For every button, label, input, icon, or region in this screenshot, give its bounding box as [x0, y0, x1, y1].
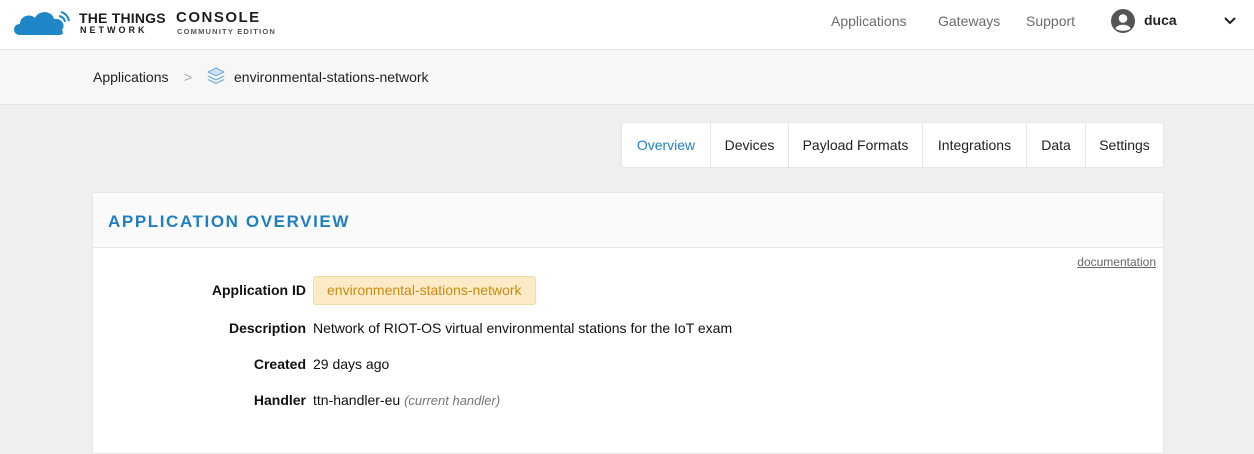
app-id-label: Application ID — [211, 282, 306, 298]
tab-data[interactable]: Data — [1027, 123, 1086, 167]
nav-applications[interactable]: Applications — [831, 13, 907, 29]
cloud-logo-icon — [14, 11, 70, 35]
tab-integrations[interactable]: Integrations — [923, 123, 1027, 167]
nav-support[interactable]: Support — [1026, 13, 1075, 29]
user-avatar-icon — [1111, 9, 1135, 33]
tab-devices[interactable]: Devices — [711, 123, 789, 167]
description-label: Description — [228, 320, 306, 336]
card-title: APPLICATION OVERVIEW — [108, 212, 351, 231]
chevron-down-icon[interactable] — [1224, 17, 1236, 25]
description-value: Network of RIOT-OS virtual environmental… — [313, 320, 733, 336]
brand-name: THE THINGS — [79, 10, 166, 26]
application-overview-card: APPLICATION OVERVIEW documentation Appli… — [92, 192, 1164, 454]
handler-note: (current handler) — [404, 393, 501, 408]
top-bar: THE THINGS NETWORK CONSOLE COMMUNITY EDI… — [0, 0, 1254, 50]
app-tabs: Overview Devices Payload Formats Integra… — [621, 122, 1164, 168]
created-value: 29 days ago — [313, 356, 390, 372]
handler-label: Handler — [253, 392, 306, 408]
username[interactable]: duca — [1144, 12, 1177, 28]
card-header: APPLICATION OVERVIEW — [93, 193, 1163, 248]
nav-gateways[interactable]: Gateways — [938, 13, 1000, 29]
handler-field: ttn-handler-eu (current handler) — [313, 392, 500, 408]
documentation-link[interactable]: documentation — [1077, 255, 1156, 269]
avatar[interactable] — [1111, 9, 1135, 33]
breadcrumb-current: environmental-stations-network — [234, 69, 429, 85]
handler-value: ttn-handler-eu — [313, 392, 401, 408]
tab-payload-formats[interactable]: Payload Formats — [789, 123, 923, 167]
app-id-badge: environmental-stations-network — [313, 276, 536, 305]
console-edition: COMMUNITY EDITION — [177, 27, 277, 36]
tab-overview[interactable]: Overview — [622, 123, 711, 167]
brand-sub: NETWORK — [80, 25, 148, 35]
tab-settings[interactable]: Settings — [1086, 123, 1163, 167]
breadcrumb-applications[interactable]: Applications — [93, 69, 169, 85]
created-label: Created — [253, 356, 306, 372]
breadcrumb: Applications > environmental-stations-ne… — [0, 50, 1254, 105]
breadcrumb-separator: > — [184, 69, 193, 85]
layers-icon — [207, 67, 225, 85]
console-title: CONSOLE — [176, 9, 261, 26]
